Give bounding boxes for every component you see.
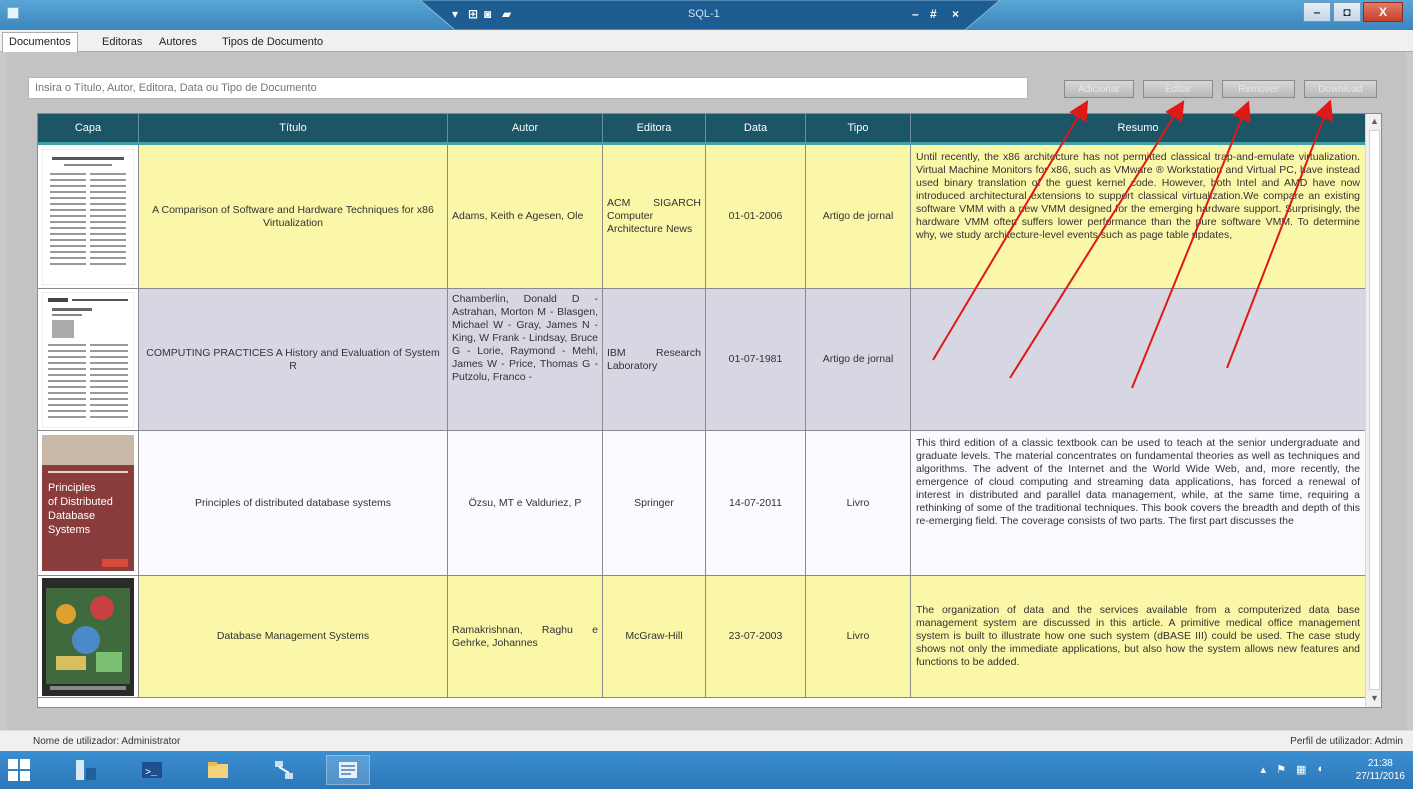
vertical-scrollbar[interactable]: ▲ ▼ xyxy=(1365,114,1381,707)
minimize-button[interactable]: – xyxy=(1303,2,1331,22)
book-cover-image xyxy=(42,577,134,696)
scroll-down-icon[interactable]: ▼ xyxy=(1369,693,1380,704)
connection-icon[interactable]: ⊞ xyxy=(468,7,478,21)
lock-icon[interactable]: ◙ xyxy=(484,7,491,21)
flag-icon[interactable]: ⚑ xyxy=(1276,763,1286,776)
header-resumo[interactable]: Resumo xyxy=(911,114,1365,142)
clock-time: 21:38 xyxy=(1367,758,1393,769)
clock[interactable]: 21:38 27/11/2016 xyxy=(1356,757,1405,783)
cell-resumo xyxy=(911,289,1365,430)
window-controls: – ◘ X xyxy=(1303,2,1403,22)
header-capa[interactable]: Capa xyxy=(38,114,139,142)
header-titulo[interactable]: Título xyxy=(139,114,448,142)
remote-title: SQL-1 xyxy=(688,8,720,20)
clock-date: 27/11/2016 xyxy=(1355,771,1405,782)
maximize-button[interactable]: ◘ xyxy=(1333,2,1361,22)
table-row[interactable]: A Comparison of Software and Hardware Te… xyxy=(38,145,1365,289)
tray-expand-icon[interactable]: ▴ xyxy=(1261,763,1267,776)
svg-text:of Distributed: of Distributed xyxy=(48,496,113,508)
signal-icon: ▰ xyxy=(502,7,512,21)
powershell-icon[interactable]: >_ xyxy=(130,755,174,785)
rd-restore-icon[interactable]: # xyxy=(930,7,937,21)
taskbar: >_ ▴ ⚑ ▦ ◖ 21:38 27/11/2016 xyxy=(0,751,1413,789)
cell-tipo: Livro xyxy=(806,576,911,697)
scroll-up-icon[interactable]: ▲ xyxy=(1369,116,1380,127)
cell-titulo: Principles of distributed database syste… xyxy=(139,431,448,575)
header-autor[interactable]: Autor xyxy=(448,114,603,142)
header-tipo[interactable]: Tipo xyxy=(806,114,911,142)
cell-titulo: COMPUTING PRACTICES A History and Evalua… xyxy=(139,289,448,430)
close-button[interactable]: X xyxy=(1363,2,1403,22)
cell-autor: Adams, Keith e Agesen, Ole xyxy=(448,145,603,288)
svg-text:Systems: Systems xyxy=(48,524,91,536)
cell-tipo: Artigo de jornal xyxy=(806,289,911,430)
user-profile-label: Perfil de utilizador: Admin xyxy=(1290,736,1403,747)
rd-minimize-icon[interactable]: – xyxy=(912,7,919,21)
cell-autor: Chamberlin, Donald D - Astrahan, Morton … xyxy=(448,289,603,430)
tab-strip: Documentos Editoras Autores Tipos de Doc… xyxy=(0,30,1413,52)
network-icon[interactable] xyxy=(262,755,306,785)
volume-icon[interactable]: ◖ xyxy=(1316,763,1323,776)
document-cover-image xyxy=(42,291,134,428)
cell-autor: Ramakrishnan, Raghu e Gehrke, Johannes xyxy=(448,576,603,697)
header-data[interactable]: Data xyxy=(706,114,806,142)
tab-editoras[interactable]: Editoras xyxy=(96,33,148,52)
cover-cell xyxy=(38,289,139,430)
table-row[interactable]: Principles of Distributed Database Syste… xyxy=(38,431,1365,576)
tab-documentos[interactable]: Documentos xyxy=(2,32,78,52)
network-status-icon[interactable]: ▦ xyxy=(1296,763,1306,776)
status-bar: Nome de utilizador: Administrator Perfil… xyxy=(0,730,1413,751)
user-name-label: Nome de utilizador: Administrator xyxy=(33,736,181,747)
rd-close-icon[interactable]: × xyxy=(952,7,959,21)
app-taskbar-icon[interactable] xyxy=(326,755,370,785)
server-manager-icon[interactable] xyxy=(64,755,108,785)
svg-text:>_: >_ xyxy=(145,768,158,779)
cell-data: 23-07-2003 xyxy=(706,576,806,697)
download-button[interactable]: Download xyxy=(1304,80,1377,98)
book-cover-image: Principles of Distributed Database Syste… xyxy=(42,435,134,571)
remove-button[interactable]: Remover xyxy=(1222,80,1295,98)
remote-connection-bar: ▾ ⊞ ◙ ▰ SQL-1 – # × xyxy=(420,0,1000,30)
table-header: Capa Título Autor Editora Data Tipo Resu… xyxy=(38,114,1365,145)
cell-autor: Özsu, MT e Valduriez, P xyxy=(448,431,603,575)
header-editora[interactable]: Editora xyxy=(603,114,706,142)
system-tray: ▴ ⚑ ▦ ◖ xyxy=(1261,763,1323,776)
cell-resumo: The organization of data and the service… xyxy=(911,576,1365,697)
documents-table: Capa Título Autor Editora Data Tipo Resu… xyxy=(37,113,1382,708)
cell-editora: ACM SIGARCH Computer Architecture News xyxy=(603,145,706,288)
book-cover-title: Principles xyxy=(48,482,96,494)
cell-tipo: Artigo de jornal xyxy=(806,145,911,288)
edit-button[interactable]: Editar xyxy=(1143,80,1213,98)
cover-cell xyxy=(38,145,139,288)
document-cover-image xyxy=(42,148,134,285)
table-row[interactable]: COMPUTING PRACTICES A History and Evalua… xyxy=(38,289,1365,431)
cell-data: 01-01-2006 xyxy=(706,145,806,288)
cell-editora: IBM Research Laboratory xyxy=(603,289,706,430)
tab-tipos-documento[interactable]: Tipos de Documento xyxy=(216,33,329,52)
cover-cell: Principles of Distributed Database Syste… xyxy=(38,431,139,575)
cell-editora: Springer xyxy=(603,431,706,575)
title-bar: ▾ ⊞ ◙ ▰ SQL-1 – # × – ◘ X xyxy=(0,0,1413,30)
cover-cell xyxy=(38,576,139,697)
cell-editora: McGraw-Hill xyxy=(603,576,706,697)
cell-data: 01-07-1981 xyxy=(706,289,806,430)
cell-titulo: Database Management Systems xyxy=(139,576,448,697)
file-explorer-icon[interactable] xyxy=(196,755,240,785)
add-button[interactable]: Adicionar xyxy=(1064,80,1134,98)
tab-autores[interactable]: Autores xyxy=(153,33,203,52)
svg-text:Database: Database xyxy=(48,510,95,522)
cell-resumo: This third edition of a classic textbook… xyxy=(911,431,1365,575)
windows-start-icon[interactable] xyxy=(8,759,30,781)
app-icon xyxy=(7,7,19,19)
cell-data: 14-07-2011 xyxy=(706,431,806,575)
scroll-thumb[interactable] xyxy=(1369,130,1380,690)
search-input[interactable] xyxy=(28,77,1028,99)
cell-resumo: Until recently, the x86 architecture has… xyxy=(911,145,1365,288)
cell-tipo: Livro xyxy=(806,431,911,575)
table-row[interactable]: Database Management Systems Ramakrishnan… xyxy=(38,576,1365,698)
cell-titulo: A Comparison of Software and Hardware Te… xyxy=(139,145,448,288)
pin-icon[interactable]: ▾ xyxy=(452,7,458,21)
